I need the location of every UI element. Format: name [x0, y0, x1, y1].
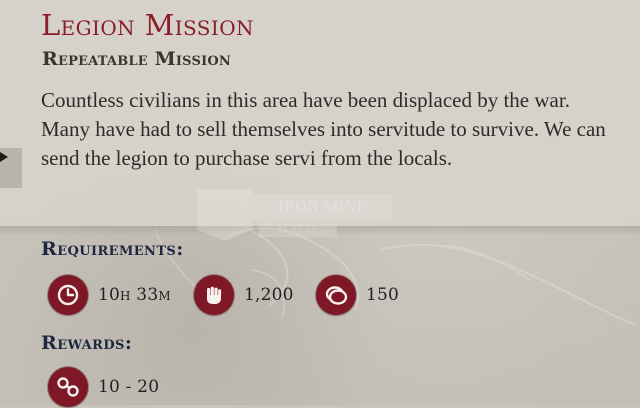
fist-icon: [194, 275, 234, 315]
coins-icon: [316, 275, 356, 315]
requirement-denarii: 150: [316, 274, 399, 316]
mission-title: Legion Mission: [41, 8, 254, 42]
influence-value: 1,200: [244, 285, 294, 305]
rewards-heading: Rewards:: [41, 332, 133, 354]
reward-servi: 10 - 20: [48, 366, 159, 408]
servi-reward-value: 10 - 20: [98, 377, 160, 397]
time-value: 10h 33m: [98, 285, 171, 305]
map-location-label: IRON MINE: [253, 194, 392, 220]
requirements-heading: Requirements:: [41, 238, 184, 260]
shackles-icon: [48, 367, 88, 407]
requirement-influence: 1,200: [194, 274, 294, 316]
map-location-marker[interactable]: IRON MINE PLAYER: [197, 189, 392, 245]
map-location-sublabel: PLAYER: [259, 221, 337, 237]
arrow-left-icon: [0, 152, 8, 162]
mine-cart-icon: [197, 189, 253, 241]
mission-type: Repeatable Mission: [42, 48, 231, 70]
mission-description: Countless civilians in this area have be…: [41, 88, 606, 170]
clock-icon: [48, 275, 88, 315]
denarii-value: 150: [366, 285, 400, 305]
requirement-time: 10h 33m: [48, 274, 171, 316]
